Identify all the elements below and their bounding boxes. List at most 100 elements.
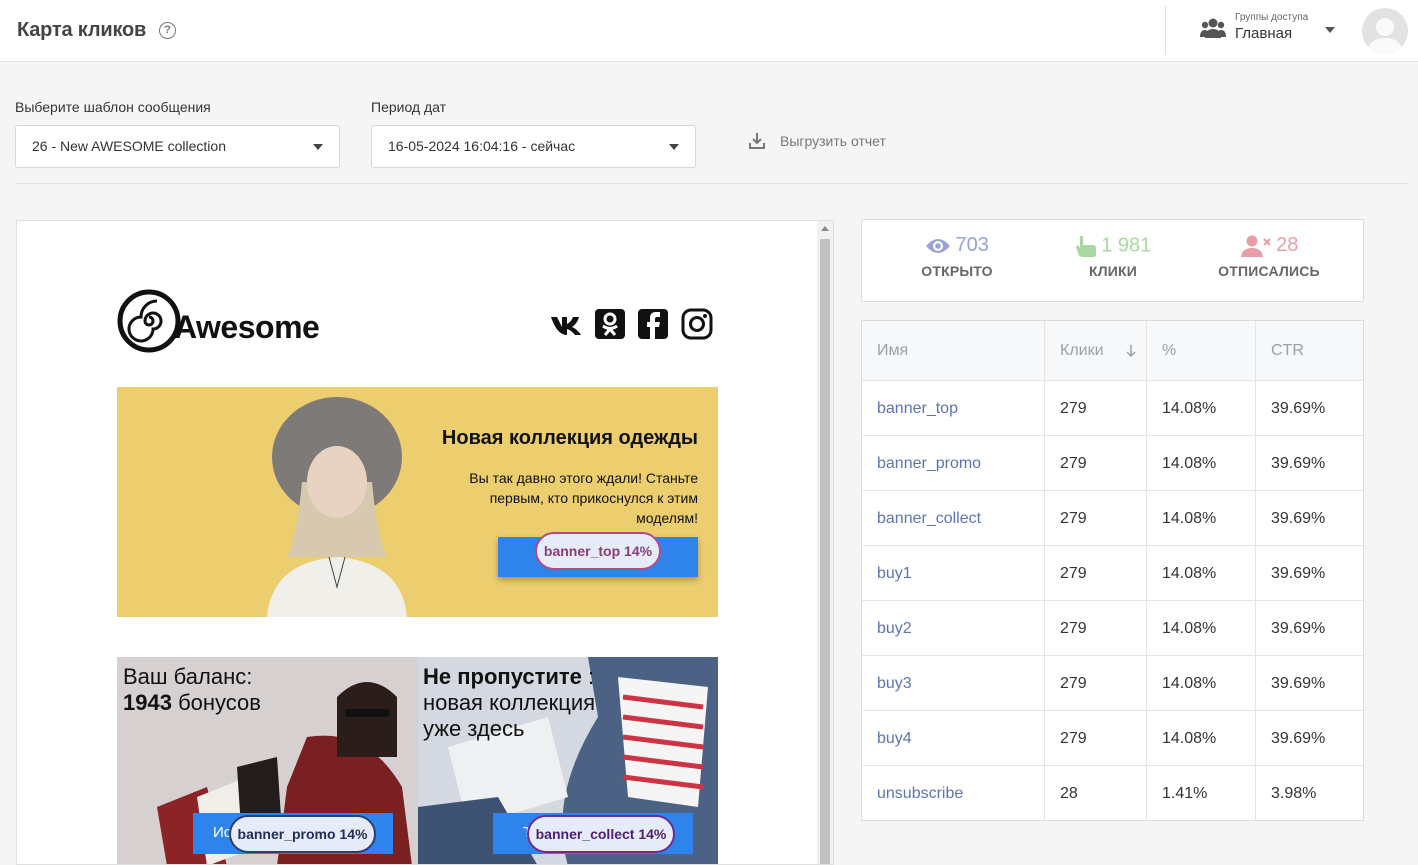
clicks-table: Имя Клики % CTR banner_top 279 14.08% 39… <box>861 320 1364 821</box>
table-row: banner_collect 279 14.08% 39.69% <box>862 491 1363 546</box>
row-ctr: 39.69% <box>1271 455 1326 472</box>
stat-clicks: 1 981 КЛИКИ <box>1033 234 1193 279</box>
table-row: buy4 279 14.08% 39.69% <box>862 711 1363 766</box>
period-label: Период дат <box>371 99 447 115</box>
access-groups-caption: Группы доступа <box>1235 12 1309 23</box>
eye-icon <box>926 238 951 253</box>
stat-clicks-label: КЛИКИ <box>1088 263 1138 279</box>
table-row: buy3 279 14.08% 39.69% <box>862 656 1363 711</box>
vk-icon[interactable] <box>550 308 582 340</box>
row-percent: 14.08% <box>1147 546 1256 600</box>
table-row: buy2 279 14.08% 39.69% <box>862 601 1363 656</box>
row-clicks: 279 <box>1045 381 1147 435</box>
row-ctr: 39.69% <box>1271 510 1326 527</box>
bonus-balance-label: Ваш баланс: <box>123 664 253 689</box>
column-header-name[interactable]: Имя <box>862 321 1045 380</box>
row-percent: 14.08% <box>1147 381 1256 435</box>
stat-unsubscribed-label: ОТПИСАЛИСЬ <box>1218 263 1320 279</box>
access-group-select[interactable]: Главная <box>1235 25 1292 42</box>
row-clicks: 279 <box>1045 656 1147 710</box>
template-label: Выберите шаблон сообщения <box>15 99 211 115</box>
new-collection-title-colon: : <box>581 664 595 689</box>
filters-divider <box>15 183 1408 184</box>
period-select[interactable]: 16-05-2024 16:04:16 - сейчас <box>371 125 696 168</box>
caret-down-icon <box>669 144 679 150</box>
stat-opened-label: ОТКРЫТО <box>921 263 993 279</box>
new-collection-title: Не пропустите : <box>423 664 595 690</box>
table-row: banner_promo 279 14.08% 39.69% <box>862 436 1363 491</box>
row-ctr: 3.98% <box>1271 785 1317 802</box>
heatmap-badge-banner-collect[interactable]: banner_collect 14% <box>527 815 675 853</box>
chevron-down-icon[interactable] <box>1325 27 1335 33</box>
column-header-clicks-label: Клики <box>1060 342 1104 359</box>
bonus-count: 1943 <box>123 690 172 715</box>
row-clicks: 279 <box>1045 436 1147 490</box>
row-name-link[interactable]: buy2 <box>862 601 1045 655</box>
row-clicks: 279 <box>1045 546 1147 600</box>
stats-panel: 703 ОТКРЫТО 1 981 КЛИКИ 28 ОТПИСАЛИСЬ <box>861 219 1364 302</box>
row-percent: 14.08% <box>1147 656 1256 710</box>
template-select[interactable]: 26 - New AWESOME collection <box>15 125 340 168</box>
help-icon[interactable]: ? <box>159 22 176 39</box>
sort-down-icon[interactable] <box>1125 344 1137 358</box>
logo-text: Awesome <box>174 309 320 345</box>
stat-clicks-value: 1 981 <box>1101 234 1152 257</box>
woman-photo <box>267 397 407 617</box>
odnoklassniki-icon[interactable] <box>594 308 626 340</box>
row-name-link[interactable]: buy4 <box>862 711 1045 765</box>
table-header-row: Имя Клики % CTR <box>862 321 1363 381</box>
scroll-thumb[interactable] <box>820 239 830 864</box>
row-name-link[interactable]: buy3 <box>862 656 1045 710</box>
bonus-balance-text: Ваш баланс: 1943 бонусов <box>123 664 261 716</box>
row-name-link[interactable]: unsubscribe <box>862 766 1045 821</box>
stat-unsubscribed: 28 ОТПИСАЛИСЬ <box>1189 234 1349 279</box>
bonus-balance-value: 1943 бонусов <box>123 690 261 716</box>
email-preview: Awesome Новая коллекция одежды Вы так да… <box>16 220 834 865</box>
spiral-logo-icon <box>117 289 181 353</box>
new-collection-line2: новая коллекция <box>423 690 596 715</box>
row-ctr: 39.69% <box>1271 620 1326 637</box>
new-collection-line3: уже здесь <box>423 716 525 741</box>
banner-top-title: Новая коллекция одежды <box>441 427 698 449</box>
stat-unsubscribed-value: 28 <box>1276 234 1299 256</box>
facebook-icon[interactable] <box>637 308 669 340</box>
row-ctr: 39.69% <box>1271 675 1326 692</box>
row-percent: 14.08% <box>1147 491 1256 545</box>
users-group-icon[interactable] <box>1200 17 1226 39</box>
table-row: banner_top 279 14.08% 39.69% <box>862 381 1363 436</box>
preview-scrollbar[interactable] <box>817 221 833 864</box>
row-ctr: 39.69% <box>1271 730 1326 747</box>
user-remove-icon <box>1240 235 1271 257</box>
row-clicks: 279 <box>1045 711 1147 765</box>
banner-top-text: Вы так давно этого ждали! Станьте первым… <box>469 470 698 526</box>
row-name-link[interactable]: banner_collect <box>862 491 1045 545</box>
user-avatar-icon <box>1367 18 1403 54</box>
row-percent: 14.08% <box>1147 601 1256 655</box>
scroll-up-arrow-icon[interactable] <box>821 226 829 231</box>
download-icon <box>749 133 765 149</box>
template-select-value: 26 - New AWESOME collection <box>32 138 226 154</box>
awesome-logo: Awesome <box>117 289 337 353</box>
row-name-link[interactable]: banner_top <box>862 381 1045 435</box>
row-name-link[interactable]: buy1 <box>862 546 1045 600</box>
row-name-link[interactable]: banner_promo <box>862 436 1045 490</box>
row-ctr: 39.69% <box>1271 400 1326 417</box>
page-title: Карта кликов <box>17 19 147 41</box>
pointer-hand-icon <box>1075 236 1096 257</box>
row-clicks: 279 <box>1045 601 1147 655</box>
column-header-clicks[interactable]: Клики <box>1045 321 1147 380</box>
row-percent: 14.08% <box>1147 711 1256 765</box>
bonus-word: бонусов <box>171 690 261 715</box>
heatmap-badge-banner-top[interactable]: banner_top 14% <box>535 532 661 570</box>
row-percent: 14.08% <box>1147 436 1256 490</box>
banner-top[interactable]: Новая коллекция одежды Вы так давно этог… <box>117 387 718 617</box>
column-header-percent[interactable]: % <box>1147 321 1256 380</box>
avatar[interactable] <box>1362 8 1408 54</box>
row-clicks: 279 <box>1045 491 1147 545</box>
table-row: unsubscribe 28 1.41% 3.98% <box>862 766 1363 821</box>
table-row: buy1 279 14.08% 39.69% <box>862 546 1363 601</box>
instagram-icon[interactable] <box>681 308 713 340</box>
heatmap-badge-banner-promo[interactable]: banner_promo 14% <box>229 815 376 853</box>
topbar-divider <box>1165 6 1166 54</box>
column-header-ctr[interactable]: CTR <box>1256 321 1363 380</box>
